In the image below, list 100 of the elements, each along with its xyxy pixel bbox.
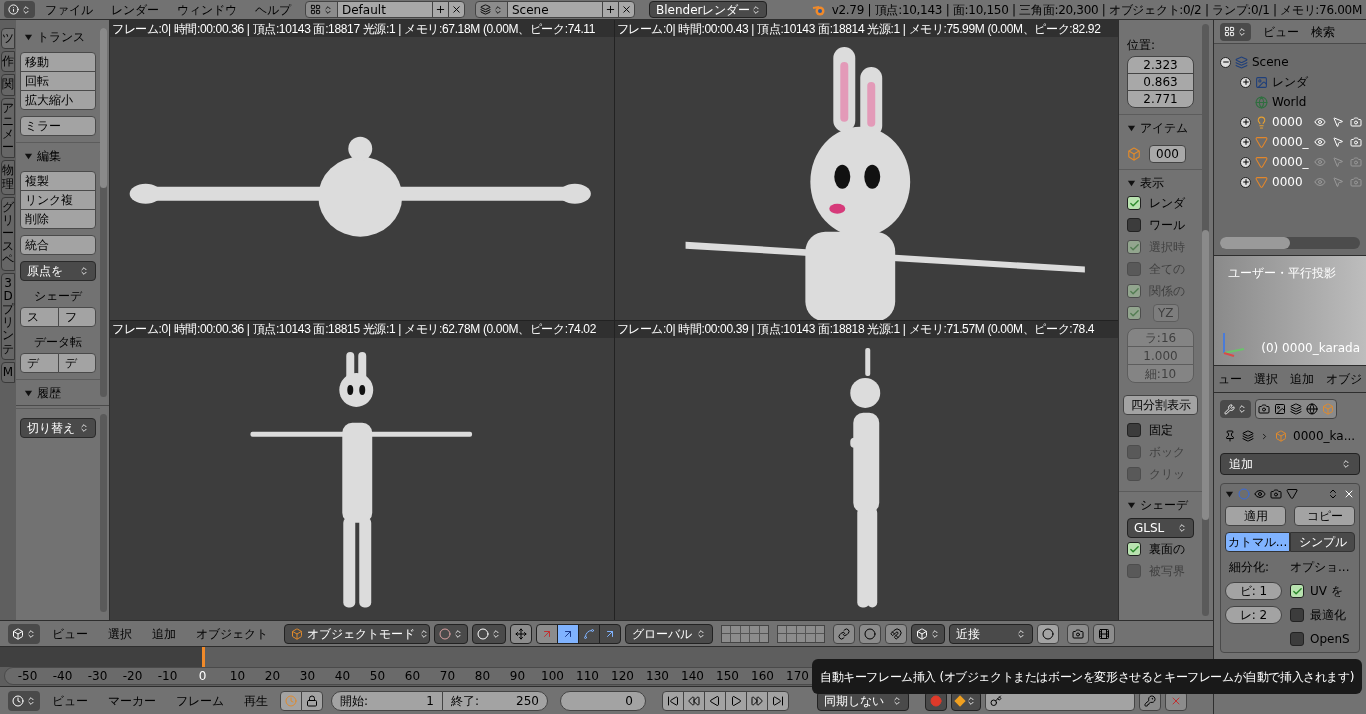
scrollbar[interactable] xyxy=(100,28,107,397)
menu-item[interactable]: オブジェクト xyxy=(188,624,276,643)
editor-type-button[interactable] xyxy=(8,690,40,711)
dropdown[interactable]: GLSL xyxy=(1127,518,1194,538)
camera-icon[interactable] xyxy=(1270,488,1282,500)
tool-button[interactable]: ミラー xyxy=(20,116,96,136)
checkbox[interactable] xyxy=(1127,196,1141,210)
checkbox[interactable] xyxy=(1127,542,1141,556)
current-frame-field[interactable]: 0 xyxy=(560,690,646,711)
viewport[interactable]: フレーム:0| 時間:00:00.39 | 頂点:10143 面:18818 光源:1 | メモリ:71.57M (0.00M、ピーク:78.4 xyxy=(614,320,1118,620)
tool-button[interactable]: 移動 xyxy=(20,52,96,72)
triangle-icon[interactable] xyxy=(1286,488,1298,500)
shelf-tab[interactable]: ツ xyxy=(1,28,15,50)
close-icon[interactable] xyxy=(1343,488,1355,500)
expand-toggle-icon[interactable] xyxy=(1240,176,1251,188)
viewport[interactable]: フレーム:0| 時間:00:00.36 | 頂点:10143 面:18817 光源:1 | メモリ:67.18M (0.00M、ピーク:74.11 xyxy=(110,20,614,320)
jump-end-button[interactable] xyxy=(767,690,789,711)
render-animation-button[interactable] xyxy=(1093,623,1115,644)
tool-button[interactable]: フ xyxy=(57,307,96,327)
cursor-icon[interactable] xyxy=(1332,116,1344,128)
tool-button[interactable]: デ xyxy=(57,353,96,373)
dropdown[interactable]: グローバル xyxy=(625,623,713,644)
checkbox[interactable] xyxy=(1127,423,1141,437)
layout-browse-button[interactable] xyxy=(305,1,338,18)
number-field[interactable]: 2.323 xyxy=(1127,56,1194,74)
end-frame-field[interactable]: 終了: 250 xyxy=(442,690,548,711)
jump-start-button[interactable] xyxy=(662,690,684,711)
menu-item[interactable]: ヘルプ xyxy=(247,0,299,19)
play-button[interactable] xyxy=(725,690,747,711)
lock-camera-button[interactable] xyxy=(833,623,855,644)
remove-scene-button[interactable] xyxy=(618,1,635,18)
menu-item[interactable]: 選択 xyxy=(1254,370,1278,388)
previous-keyframe-button[interactable] xyxy=(683,690,705,711)
expanded-triangle-icon[interactable] xyxy=(1127,500,1136,510)
apply-button[interactable]: 適用 xyxy=(1225,506,1286,526)
subdivision-type-tab[interactable]: シンプル xyxy=(1290,532,1355,552)
manipulator-button[interactable] xyxy=(536,623,558,644)
expand-toggle-icon[interactable] xyxy=(1240,116,1251,128)
menu-item[interactable]: ビュー xyxy=(1263,22,1299,41)
rotate-manipulator-button[interactable] xyxy=(578,623,600,644)
menu-item[interactable]: ファイル xyxy=(37,0,101,19)
render-button[interactable] xyxy=(1067,623,1089,644)
snap-element-dropdown[interactable] xyxy=(911,623,945,644)
tool-button[interactable]: リンク複 xyxy=(20,190,96,210)
scene-browse-button[interactable] xyxy=(475,1,508,18)
expanded-triangle-icon[interactable] xyxy=(24,32,33,42)
manipulator-toggle[interactable] xyxy=(510,623,532,644)
tool-button[interactable]: ス xyxy=(20,307,59,327)
editor-type-button[interactable] xyxy=(1220,400,1251,418)
tool-button[interactable]: 拡大縮小 xyxy=(20,90,96,110)
menu-item[interactable]: 検索 xyxy=(1311,22,1335,41)
expand-toggle-icon[interactable] xyxy=(1240,136,1251,148)
tool-button[interactable]: デ xyxy=(20,353,59,373)
dropdown[interactable]: 原点を xyxy=(20,261,96,281)
expanded-triangle-icon[interactable] xyxy=(24,151,33,161)
menu-item[interactable]: ウィンドウ xyxy=(169,0,245,19)
menu-item[interactable]: レンダー xyxy=(103,0,167,19)
editor-type-button[interactable] xyxy=(1220,22,1251,41)
shelf-tab[interactable]: M xyxy=(1,361,15,383)
expand-toggle-icon[interactable] xyxy=(1240,76,1251,88)
cursor-icon[interactable] xyxy=(1332,136,1344,148)
proportional-edit-button[interactable] xyxy=(859,623,881,644)
scene-name-field[interactable]: Scene xyxy=(507,1,603,18)
menu-item[interactable]: 追加 xyxy=(144,624,184,643)
play-reverse-button[interactable] xyxy=(704,690,726,711)
snap-button[interactable] xyxy=(885,623,907,644)
scrollbar[interactable] xyxy=(1202,24,1209,616)
render-engine-dropdown[interactable]: Blenderレンダー xyxy=(649,1,767,18)
up-down-arrows-icon[interactable] xyxy=(1327,488,1339,500)
pivot-dropdown[interactable] xyxy=(472,623,506,644)
editor-type-button[interactable] xyxy=(8,623,40,644)
mode-dropdown[interactable]: オブジェクトモード xyxy=(284,623,430,644)
eye-icon[interactable] xyxy=(1314,136,1326,148)
checkbox[interactable] xyxy=(1290,584,1304,598)
expanded-triangle-icon[interactable] xyxy=(24,388,33,398)
preview-range-button[interactable] xyxy=(280,690,302,711)
checkbox[interactable] xyxy=(1290,632,1304,646)
add-layout-button[interactable] xyxy=(432,1,449,18)
scrollbar[interactable] xyxy=(100,414,107,612)
menu-item[interactable]: オブジ xyxy=(1326,370,1362,388)
shelf-tab[interactable]: 3Dプリンテ xyxy=(1,272,15,360)
add-scene-button[interactable] xyxy=(602,1,619,18)
shelf-tab[interactable]: アニメー xyxy=(1,97,15,159)
expanded-triangle-icon[interactable] xyxy=(1225,489,1234,499)
dropdown[interactable]: 追加 xyxy=(1220,453,1360,475)
menu-item[interactable]: ビュー xyxy=(44,624,96,643)
dropdown[interactable]: 切り替え xyxy=(20,418,96,438)
number-field[interactable]: レ: 2 xyxy=(1225,606,1282,624)
dropdown[interactable]: 近接 xyxy=(949,623,1033,644)
shading-dropdown[interactable] xyxy=(434,623,468,644)
quad-view-button[interactable]: 四分割表示 xyxy=(1123,395,1198,415)
collapse-toggle-icon[interactable] xyxy=(1220,56,1231,68)
expanded-triangle-icon[interactable] xyxy=(1127,123,1136,133)
shelf-tab[interactable]: グリースペ xyxy=(1,196,15,271)
tool-button[interactable]: 統合 xyxy=(20,235,96,255)
menu-item[interactable]: フレーム xyxy=(168,691,232,710)
next-keyframe-button[interactable] xyxy=(746,690,768,711)
layer-grid[interactable] xyxy=(777,624,825,643)
viewport[interactable]: フレーム:0| 時間:00:00.36 | 頂点:10143 面:18815 光源:1 | メモリ:62.78M (0.00M、ピーク:74.02 xyxy=(110,320,614,620)
eye-icon[interactable] xyxy=(1314,116,1326,128)
